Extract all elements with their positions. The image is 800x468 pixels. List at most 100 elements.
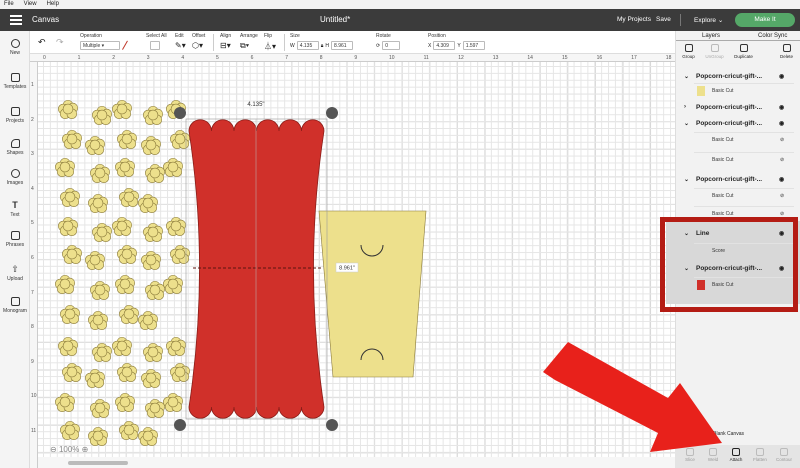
delete-button[interactable]: Delete [774,44,799,59]
scroll-thumb[interactable] [68,461,128,465]
eye-icon[interactable]: ◉ [779,176,784,183]
flatten-button[interactable]: Flatten [749,448,771,462]
popcorn-shape[interactable] [112,216,132,236]
popcorn-shape[interactable] [115,157,135,177]
popcorn-shape[interactable] [58,99,78,119]
popcorn-shape[interactable] [115,392,135,412]
zoom-control[interactable]: ⊖ 100% ⊕ [50,445,88,454]
popcorn-shape[interactable] [92,105,112,125]
edit-pencil-icon[interactable]: ✎▾ [175,41,186,50]
contour-button[interactable]: Contour [773,448,795,462]
y-input[interactable]: 1.597 [462,41,485,50]
eye-hidden-icon[interactable]: ⊘ [780,157,784,163]
popcorn-shape[interactable] [119,420,139,440]
popcorn-shape[interactable] [117,129,137,149]
popcorn-shape[interactable] [85,368,105,388]
blank-canvas-toggle[interactable]: ◫ Blank Canvas [707,431,744,437]
menu-view[interactable]: View [24,1,37,7]
select-all-icon[interactable] [150,41,160,50]
layer-group[interactable]: ⌄ Popcorn-cricut-gift-... ◉ [676,70,800,84]
attach-button[interactable]: Attach [725,448,747,462]
pen-color-icon[interactable] [122,40,134,54]
redo-icon[interactable]: ↷ [56,37,64,48]
rotate-input[interactable]: 0 [382,41,401,50]
x-input[interactable]: 4.309 [433,41,456,50]
popcorn-shape[interactable] [143,222,163,242]
popcorn-shape[interactable] [145,280,165,300]
popcorn-shape[interactable] [141,135,161,155]
flip-icon[interactable]: ⏃▾ [264,41,276,52]
popcorn-shape[interactable] [58,216,78,236]
popcorn-shape[interactable] [112,336,132,356]
arrange-icon[interactable]: ⧉▾ [240,41,258,51]
popcorn-shape[interactable] [143,105,163,125]
make-it-button[interactable]: Make It [735,13,795,27]
eye-icon[interactable]: ◉ [779,120,784,127]
layer-item[interactable]: Basic Cut ⊘ [694,132,794,146]
height-input[interactable]: 8.961 [331,41,354,50]
popcorn-shape[interactable] [166,336,186,356]
slice-button[interactable]: Slice [679,448,701,462]
nav-upload[interactable]: ⇧ Upload [0,265,30,283]
popcorn-shape[interactable] [55,274,75,294]
eye-icon[interactable]: ◉ [779,73,784,80]
height-dimension-label[interactable]: 8.961" [339,266,355,272]
popcorn-shape[interactable] [117,362,137,382]
align-icon[interactable]: ⊟▾ [220,41,231,50]
design-canvas[interactable]: 0 1 2 3 4 5 6 7 8 9 10 11 12 13 14 15 16 17 18 1 2 3 4 5 6 7 8 9 10… [30,54,675,468]
menu-file[interactable]: File [4,1,14,7]
duplicate-button[interactable]: Duplicate [731,44,756,59]
popcorn-shape[interactable] [143,342,163,362]
ungroup-button[interactable]: UnGroup [702,44,727,59]
eye-hidden-icon[interactable]: ⊘ [780,137,784,143]
save-button[interactable]: Save [656,16,671,23]
popcorn-shape[interactable] [85,135,105,155]
nav-new[interactable]: New [0,39,30,56]
popcorn-shape[interactable] [141,250,161,270]
horizontal-scrollbar[interactable] [38,457,675,468]
popcorn-shape[interactable] [145,398,165,418]
lock-handle-icon[interactable] [174,419,186,431]
nav-monogram[interactable]: Monogram [0,297,30,314]
yellow-box-shape[interactable] [318,210,427,378]
popcorn-shape[interactable] [138,426,158,446]
popcorn-shape[interactable] [60,420,80,440]
popcorn-shape[interactable] [58,336,78,356]
layer-item[interactable]: Basic Cut ⊘ [694,188,794,202]
hamburger-menu-icon[interactable] [10,15,22,25]
popcorn-shape[interactable] [138,193,158,213]
width-input[interactable]: 4.135 [296,41,319,50]
popcorn-shape[interactable] [92,222,112,242]
nav-templates[interactable]: Templates [0,73,30,90]
layer-group[interactable]: › Popcorn-cricut-gift-... ◉ [676,101,800,115]
canvas-artwork[interactable]: 4.135" 8.961" [30,54,675,468]
tab-layers[interactable]: Layers [702,33,720,39]
offset-icon[interactable]: ⬡▾ [192,41,205,50]
weld-button[interactable]: Weld [702,448,724,462]
eye-hidden-icon[interactable]: ⊘ [780,193,784,199]
popcorn-shape[interactable] [112,99,132,119]
explore-dropdown[interactable]: Explore ⌄ [694,16,723,24]
popcorn-shape[interactable] [119,187,139,207]
popcorn-shape[interactable] [92,342,112,362]
popcorn-shape[interactable] [117,244,137,264]
popcorn-shape[interactable] [60,187,80,207]
nav-phrases[interactable]: Phrases [0,231,30,248]
popcorn-shape[interactable] [90,163,110,183]
popcorn-shape[interactable] [119,304,139,324]
popcorn-shape[interactable] [166,216,186,236]
popcorn-shape[interactable] [145,163,165,183]
layer-group[interactable]: ⌄ Popcorn-cricut-gift-... ◉ [676,117,800,131]
popcorn-shape[interactable] [55,157,75,177]
my-projects-link[interactable]: My Projects [617,16,651,23]
popcorn-shape[interactable] [90,398,110,418]
layer-item[interactable]: Basic Cut ⊘ [694,152,794,166]
popcorn-shape[interactable] [163,392,183,412]
group-button[interactable]: Group [676,44,701,59]
popcorn-shape[interactable] [163,157,183,177]
eye-icon[interactable]: ◉ [779,104,784,111]
popcorn-shape[interactable] [170,244,190,264]
popcorn-shape[interactable] [141,368,161,388]
rotate-handle-icon[interactable] [326,107,338,119]
nav-projects[interactable]: Projects [0,107,30,124]
